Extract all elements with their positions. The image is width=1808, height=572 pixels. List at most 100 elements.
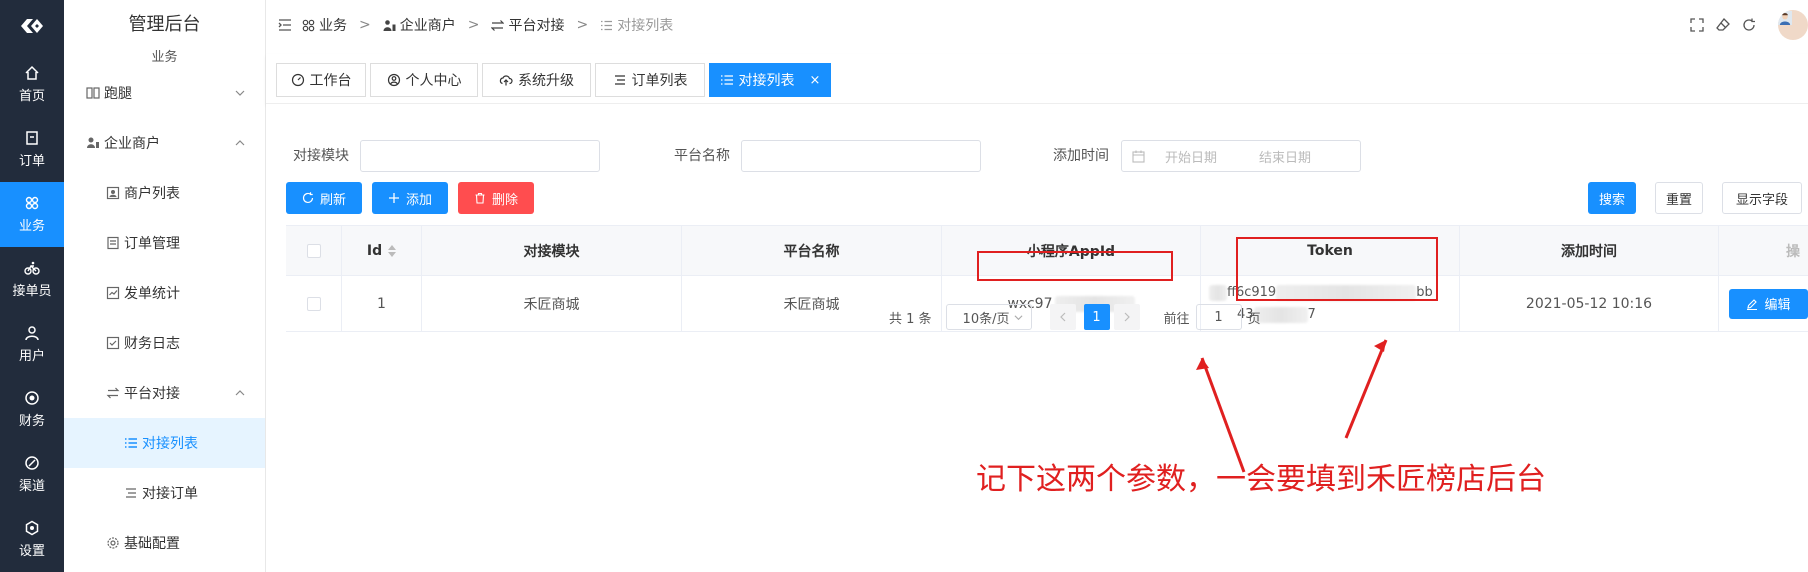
platform-input[interactable] [741,140,981,172]
sidebar-item-enterprise[interactable]: 企业商户 [64,118,265,168]
page-unit-label: 页 [1247,311,1261,327]
refresh-icon[interactable] [1742,18,1756,32]
reset-button[interactable]: 重置 [1655,182,1703,214]
plus-icon [388,193,399,203]
rail-item-order[interactable]: 订单 [0,117,64,182]
rail-item-courier[interactable]: 接单员 [0,247,64,312]
page-size-value: 10条/页 [962,311,1010,327]
avatar-image [1778,11,1792,25]
chart-icon [106,286,120,300]
rail-item-label: 订单 [18,154,45,169]
tab-label: 个人中心 [405,73,462,89]
sidebar-item-errand[interactable]: 跑腿 [64,68,265,118]
breadcrumb-separator: > [359,17,371,33]
filter-time-label: 添加时间 [1053,148,1109,164]
prev-page-button[interactable] [1049,304,1076,330]
token-part: 7 [1307,306,1316,322]
edit-button[interactable]: 编辑 [1729,288,1808,319]
refresh-button[interactable]: 刷新 [286,182,362,214]
col-time: 添加时间 [1460,226,1719,275]
tab-workbench[interactable]: 工作台 [276,63,366,97]
sidebar-item-platform[interactable]: 平台对接 [64,368,265,418]
cell-id: 1 [342,276,422,331]
chevron-right-icon [1124,312,1130,322]
close-icon[interactable]: × [810,73,821,88]
breadcrumb-label: 业务 [319,18,347,34]
user-icon [25,326,39,341]
annotation-arrows [1196,339,1388,473]
avatar[interactable] [1778,10,1808,40]
sort-icon[interactable] [388,244,397,257]
user-circle-icon [387,73,400,87]
bike-icon [24,261,40,275]
gear-icon [107,537,119,549]
sidebar-item-base-config[interactable]: 基础配置 [64,518,265,568]
next-page-button[interactable] [1113,304,1140,330]
swap-icon [106,387,120,399]
rail-item-user[interactable]: 用户 [0,312,64,377]
col-module: 对接模块 [422,226,682,275]
select-all-cell [286,226,342,275]
sidebar-item-order-manage[interactable]: 订单管理 [64,218,265,268]
tab-integration-list[interactable]: 对接列表 × [709,63,831,97]
header-actions [1690,0,1808,50]
tab-order-list[interactable]: 订单列表 [595,63,705,97]
logo [0,0,64,52]
highlight-appid [977,251,1173,281]
sidebar-item-merchant-list[interactable]: 商户列表 [64,168,265,218]
pagination-total: 共 1 条 [889,311,932,327]
date-range-picker[interactable]: 开始日期 结束日期 [1121,140,1361,172]
icon-rail: 首页 订单 业务 接单员 用户 财务 渠道 设置 [0,0,64,572]
tab-profile[interactable]: 个人中心 [370,63,478,97]
menu-lines-icon [614,75,625,85]
col-id-label: Id [366,242,383,259]
page-size-select[interactable]: 10条/页 [945,304,1032,330]
breadcrumb-item-enterprise[interactable]: 企业商户 [383,15,456,35]
page-number[interactable]: 1 [1083,304,1110,330]
rail-item-channel[interactable]: 渠道 [0,442,64,507]
select-all-checkbox[interactable] [306,243,321,258]
delete-label: 删除 [491,192,518,208]
delete-button[interactable]: 删除 [458,182,534,214]
breadcrumb-item-business[interactable]: 业务 [302,15,347,35]
search-button[interactable]: 搜索 [1588,182,1636,214]
search-label: 搜索 [1598,192,1625,208]
tabs-bar: 工作台 个人中心 系统升级 订单列表 对接列表 × [266,54,1808,104]
sidebar-item-stats[interactable]: 发单统计 [64,268,265,318]
filter-platform-label: 平台名称 [674,148,730,164]
business-icon [25,196,39,210]
fullscreen-icon[interactable] [1690,18,1704,32]
rail-item-business[interactable]: 业务 [0,182,64,247]
module-input[interactable] [360,140,600,172]
col-ops-label: 操 [1786,243,1800,260]
goto-page-input[interactable]: 1 [1195,304,1242,330]
tab-upgrade[interactable]: 系统升级 [482,63,591,97]
header: 业务 > 企业商户 > 平台对接 > 对接列表 [266,0,1808,50]
sidebar-item-finance-log[interactable]: 财务日志 [64,318,265,368]
list-icon [601,20,613,30]
col-module-label: 对接模块 [523,243,580,260]
list-icon [125,438,137,448]
sidebar-item-label: 发单统计 [124,286,180,302]
rail-item-finance[interactable]: 财务 [0,377,64,442]
clear-icon[interactable] [1716,18,1730,32]
tab-label: 工作台 [309,73,352,89]
sidebar-item-integration-list[interactable]: 对接列表 [64,418,265,468]
col-id[interactable]: Id [342,226,422,275]
channel-icon [25,456,39,470]
edit-label: 编辑 [1764,298,1791,313]
columns-button[interactable]: 显示字段 [1722,182,1802,214]
add-button[interactable]: 添加 [372,182,448,214]
enterprise-icon [383,19,396,31]
list-icon [720,75,733,85]
rail-item-home[interactable]: 首页 [0,52,64,117]
col-time-label: 添加时间 [1561,243,1617,260]
rail-item-label: 渠道 [18,479,45,494]
menu-fold-icon[interactable] [278,19,292,31]
sidebar-item-integration-orders[interactable]: 对接订单 [64,468,265,518]
rail-item-settings[interactable]: 设置 [0,507,64,572]
breadcrumb-item-platform[interactable]: 平台对接 [491,15,564,35]
business-icon [302,19,315,31]
filter-module-label: 对接模块 [293,148,349,164]
row-checkbox[interactable] [306,296,321,311]
